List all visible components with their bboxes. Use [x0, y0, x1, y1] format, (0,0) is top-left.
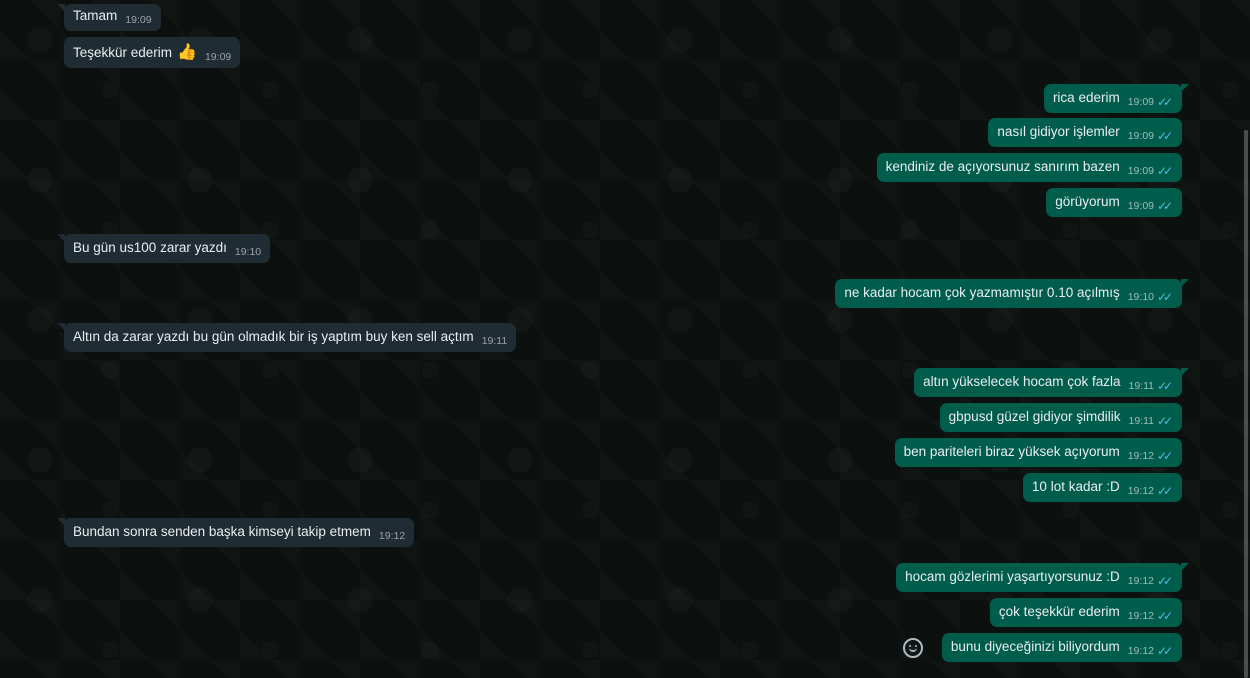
double-check-icon: ✓✓ — [1157, 609, 1173, 623]
double-check-icon: ✓✓ — [1157, 379, 1173, 393]
message-text: ne kadar hocam çok yazmamıştır 0.10 açıl… — [844, 285, 1120, 300]
message-text: 10 lot kadar :D — [1031, 479, 1120, 494]
message-text: nasıl gidiyor işlemler — [997, 124, 1120, 139]
message-meta: 19:09 ✓✓ — [1128, 162, 1173, 180]
message-outgoing[interactable]: 10 lot kadar :D 19:12 ✓✓ — [1022, 473, 1182, 502]
message-meta: 19:09 ✓✓ — [1128, 93, 1173, 111]
message-outgoing[interactable]: görüyorum 19:09 ✓✓ — [1046, 188, 1182, 217]
message-outgoing[interactable]: bunu diyeceğinizi biliyordum 19:12 ✓✓ — [941, 633, 1182, 662]
message-time: 19:09 — [204, 51, 232, 63]
message-outgoing[interactable]: kendiniz de açıyorsunuz sanırım bazen 19… — [876, 153, 1182, 182]
message-text: görüyorum — [1055, 194, 1120, 209]
message-meta: 19:12 ✓✓ — [1128, 607, 1173, 625]
message-time: 19:12 — [1127, 610, 1154, 622]
message-meta: 19:11 ✓✓ — [1129, 412, 1174, 430]
message-outgoing[interactable]: hocam gözlerimi yaşartıyorsunuz :D 19:12… — [896, 563, 1189, 592]
message-time: 19:09 — [1127, 200, 1154, 212]
double-check-icon: ✓✓ — [1157, 164, 1173, 178]
message-text: Teşekkür ederim — [73, 45, 173, 60]
message-incoming[interactable]: Bundan sonra senden başka kimseyi takip … — [56, 518, 415, 547]
message-text: bunu diyeceğinizi biliyordum — [950, 639, 1120, 654]
message-time: 19:12 — [378, 530, 406, 542]
message-meta: 19:12 ✓✓ — [1128, 572, 1173, 590]
message-text: rica ederim — [1052, 90, 1120, 105]
message-outgoing[interactable]: gbpusd güzel gidiyor şimdilik 19:11 ✓✓ — [939, 403, 1182, 432]
message-time: 19:09 — [1127, 130, 1154, 142]
message-time: 19:10 — [234, 246, 262, 258]
message-text: hocam gözlerimi yaşartıyorsunuz :D — [905, 569, 1120, 584]
double-check-icon: ✓✓ — [1157, 414, 1173, 428]
message-meta: 19:11 ✓✓ — [1129, 377, 1174, 395]
message-text: ben pariteleri biraz yüksek açıyorum — [903, 444, 1120, 459]
message-outgoing[interactable]: ne kadar hocam çok yazmamıştır 0.10 açıl… — [835, 279, 1189, 308]
message-meta: 19:09 ✓✓ — [1128, 197, 1173, 215]
double-check-icon: ✓✓ — [1157, 290, 1173, 304]
message-text: çok teşekkür ederim — [998, 604, 1120, 619]
message-time: 19:09 — [1127, 96, 1154, 108]
message-time: 19:11 — [1128, 380, 1155, 392]
double-check-icon: ✓✓ — [1157, 129, 1173, 143]
message-meta: 19:12 ✓✓ — [1128, 447, 1173, 465]
double-check-icon: ✓✓ — [1157, 449, 1173, 463]
thumbs-up-icon: 👍 — [177, 44, 197, 61]
double-check-icon: ✓✓ — [1157, 484, 1173, 498]
double-check-icon: ✓✓ — [1157, 199, 1173, 213]
message-time: 19:11 — [1128, 415, 1155, 427]
message-outgoing[interactable]: ben pariteleri biraz yüksek açıyorum 19:… — [894, 438, 1182, 467]
message-text: gbpusd güzel gidiyor şimdilik — [948, 409, 1121, 424]
message-time: 19:11 — [481, 335, 508, 347]
message-meta: 19:09 ✓✓ — [1128, 127, 1173, 145]
emoji-smile-icon[interactable] — [903, 638, 923, 658]
message-text: altın yükselecek hocam çok fazla — [923, 374, 1121, 389]
message-meta: 19:12 ✓✓ — [1128, 482, 1173, 500]
double-check-icon: ✓✓ — [1157, 644, 1173, 658]
message-outgoing[interactable]: rica ederim 19:09 ✓✓ — [1043, 84, 1190, 113]
message-time: 19:10 — [1127, 291, 1154, 303]
message-meta: 19:10 ✓✓ — [1128, 288, 1173, 306]
message-time: 19:09 — [125, 14, 152, 26]
message-text: kendiniz de açıyorsunuz sanırım bazen — [885, 159, 1120, 174]
message-time: 19:12 — [1127, 575, 1154, 587]
message-text: Altın da zarar yazdı bu gün olmadık bir … — [73, 329, 474, 344]
message-outgoing[interactable]: altın yükselecek hocam çok fazla 19:11 ✓… — [914, 368, 1189, 397]
double-check-icon: ✓✓ — [1157, 95, 1173, 109]
chat-panel: Tamam 19:09 Teşekkür ederim 👍 19:09 rica… — [0, 0, 1250, 678]
message-incoming[interactable]: Bu gün us100 zarar yazdı 19:10 — [56, 234, 271, 263]
message-time: 19:12 — [1127, 485, 1154, 497]
message-meta: 19:12 ✓✓ — [1128, 642, 1173, 660]
message-text: Bu gün us100 zarar yazdı — [73, 240, 227, 255]
message-outgoing[interactable]: çok teşekkür ederim 19:12 ✓✓ — [989, 598, 1182, 627]
message-incoming[interactable]: Tamam 19:09 — [57, 4, 161, 31]
double-check-icon: ✓✓ — [1157, 574, 1173, 588]
message-incoming[interactable]: Teşekkür ederim 👍 19:09 — [64, 37, 241, 68]
message-outgoing[interactable]: nasıl gidiyor işlemler 19:09 ✓✓ — [988, 118, 1182, 147]
chat-scrollbar[interactable] — [1244, 130, 1248, 678]
message-time: 19:09 — [1127, 165, 1154, 177]
message-time: 19:12 — [1127, 450, 1154, 462]
message-time: 19:12 — [1127, 645, 1154, 657]
message-text: Tamam — [73, 8, 118, 23]
message-text: Bundan sonra senden başka kimseyi takip … — [73, 524, 371, 539]
message-incoming[interactable]: Altın da zarar yazdı bu gün olmadık bir … — [56, 323, 517, 352]
